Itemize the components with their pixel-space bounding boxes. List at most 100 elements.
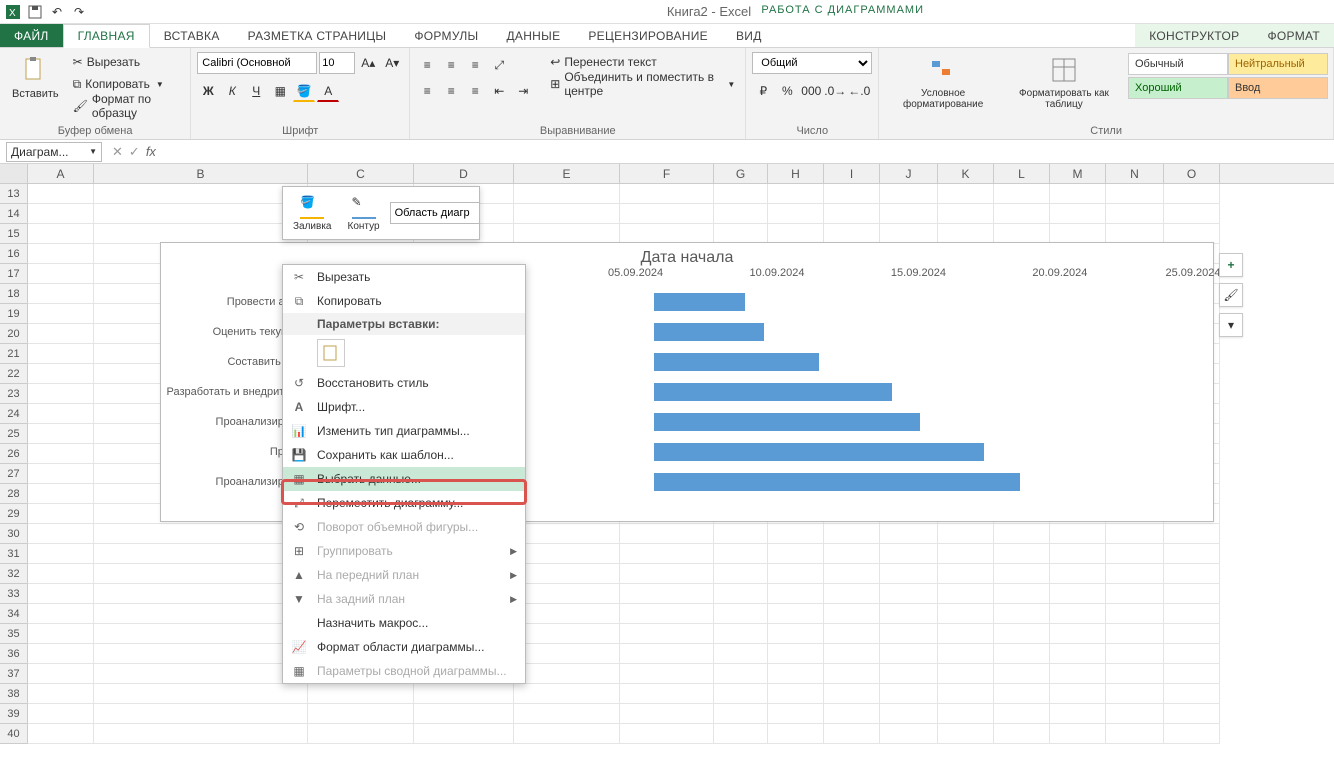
cell[interactable] [28,224,94,244]
cell[interactable] [994,224,1050,244]
cell[interactable] [94,644,308,664]
cell[interactable] [824,184,880,204]
cell[interactable] [1050,664,1106,684]
cell[interactable] [94,204,308,224]
cell[interactable] [1106,724,1164,744]
col-header-O[interactable]: O [1164,164,1220,183]
cell[interactable] [1164,524,1220,544]
cell[interactable] [938,664,994,684]
cell[interactable] [994,584,1050,604]
save-icon[interactable] [26,3,44,21]
row-header-14[interactable]: 14 [0,204,28,224]
cell[interactable] [1106,524,1164,544]
cell[interactable] [1050,204,1106,224]
cell[interactable] [880,724,938,744]
cell[interactable] [824,644,880,664]
cell[interactable] [28,264,94,284]
cell[interactable] [994,564,1050,584]
cell[interactable] [1164,224,1220,244]
italic-button[interactable]: К [221,80,243,102]
indent-increase-icon[interactable]: ⇥ [512,80,534,102]
cell[interactable] [94,224,308,244]
cell[interactable] [620,644,714,664]
cell[interactable] [28,344,94,364]
paste-button[interactable]: Вставить [6,52,65,102]
row-header-29[interactable]: 29 [0,504,28,524]
cell[interactable] [28,424,94,444]
cell[interactable] [824,584,880,604]
row-header-28[interactable]: 28 [0,484,28,504]
cell[interactable] [28,444,94,464]
cell[interactable] [1164,544,1220,564]
cell[interactable] [620,544,714,564]
cell[interactable] [28,304,94,324]
cell[interactable] [94,704,308,724]
mini-outline-button[interactable]: ✎ Контур [342,193,386,234]
cell[interactable] [620,224,714,244]
cell[interactable] [1050,224,1106,244]
cell[interactable] [308,704,414,724]
fx-icon[interactable]: fx [146,144,156,159]
font-color-button[interactable]: A [317,80,339,102]
cell[interactable] [824,204,880,224]
cell[interactable] [1164,684,1220,704]
cell[interactable] [514,724,620,744]
ctx-format-chart-area[interactable]: 📈Формат области диаграммы... [283,635,525,659]
cell[interactable] [28,564,94,584]
cell[interactable] [28,624,94,644]
cell[interactable] [1050,184,1106,204]
cell[interactable] [1164,644,1220,664]
cell[interactable] [308,684,414,704]
cell[interactable] [94,184,308,204]
copy-button[interactable]: ⧉Копировать▼ [69,74,185,94]
row-header-34[interactable]: 34 [0,604,28,624]
row-header-31[interactable]: 31 [0,544,28,564]
cell[interactable] [938,644,994,664]
cell[interactable] [28,604,94,624]
mini-fill-button[interactable]: 🪣 Заливка [287,193,338,234]
cell[interactable] [938,584,994,604]
cell[interactable] [94,664,308,684]
cell[interactable] [768,564,824,584]
row-header-32[interactable]: 32 [0,564,28,584]
cell[interactable] [768,524,824,544]
cell[interactable] [620,184,714,204]
cell[interactable] [414,684,514,704]
cell[interactable] [994,524,1050,544]
chart-styles-icon[interactable]: 🖌 [1219,283,1243,307]
cell[interactable] [1164,584,1220,604]
align-middle-icon[interactable]: ≡ [440,54,462,76]
cell[interactable] [994,184,1050,204]
cell[interactable] [1106,564,1164,584]
row-header-24[interactable]: 24 [0,404,28,424]
cell[interactable] [1050,644,1106,664]
col-header-A[interactable]: A [28,164,94,183]
col-header-L[interactable]: L [994,164,1050,183]
chart-bar[interactable] [654,383,892,401]
cell[interactable] [714,524,768,544]
cell[interactable] [1164,664,1220,684]
chart-add-element-icon[interactable]: + [1219,253,1243,277]
row-header-15[interactable]: 15 [0,224,28,244]
cell[interactable] [994,644,1050,664]
cell[interactable] [768,584,824,604]
cell[interactable] [714,224,768,244]
cell[interactable] [994,204,1050,224]
row-header-36[interactable]: 36 [0,644,28,664]
cell[interactable] [1106,604,1164,624]
cell[interactable] [714,204,768,224]
cell[interactable] [514,664,620,684]
cell[interactable] [514,704,620,724]
cell[interactable] [768,624,824,644]
cell[interactable] [514,644,620,664]
cell[interactable] [880,704,938,724]
row-header-25[interactable]: 25 [0,424,28,444]
ctx-change-chart-type[interactable]: 📊Изменить тип диаграммы... [283,419,525,443]
row-header-35[interactable]: 35 [0,624,28,644]
mini-chart-element-select[interactable] [390,202,480,224]
cell[interactable] [514,684,620,704]
select-all-corner[interactable] [0,164,28,183]
cell[interactable] [938,524,994,544]
underline-button[interactable]: Ч [245,80,267,102]
col-header-M[interactable]: M [1050,164,1106,183]
